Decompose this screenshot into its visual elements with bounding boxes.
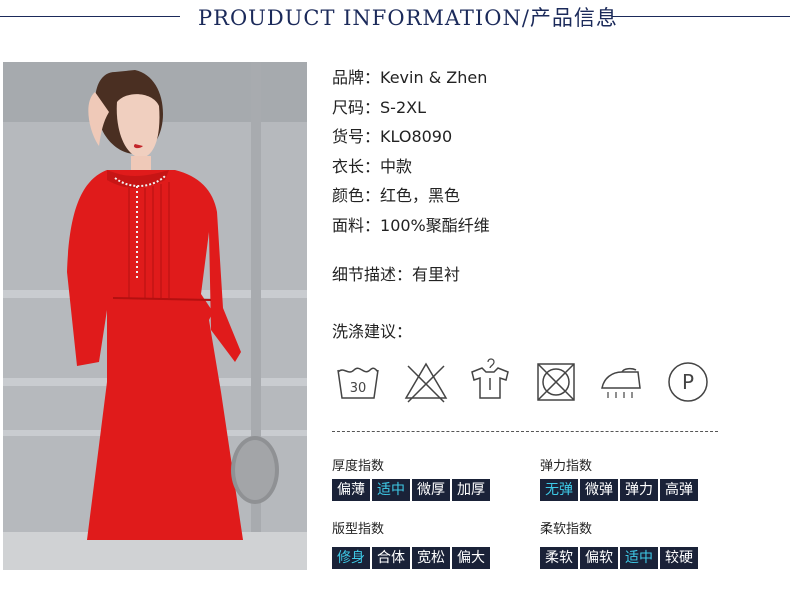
header-rule-right (612, 16, 790, 17)
thickness-option[interactable]: 偏薄 (332, 479, 370, 501)
elasticity-option[interactable]: 弹力 (620, 479, 658, 501)
dry-clean-letter: P (682, 370, 694, 394)
info-value: KLO8090 (380, 127, 453, 146)
info-row-length: 衣长：中款 (332, 153, 412, 177)
thickness-option[interactable]: 加厚 (452, 479, 490, 501)
info-row-brand: 品牌：Kevin & Zhen (332, 64, 487, 88)
fit-option[interactable]: 偏大 (452, 547, 490, 569)
info-key: 面料： (332, 216, 381, 235)
no-tumble-dry-icon (537, 363, 575, 401)
fit-index-title: 版型指数 (332, 522, 385, 537)
info-value: Kevin & Zhen (380, 68, 488, 87)
dry-clean-p-icon: P (668, 362, 708, 402)
info-key: 颜色： (332, 186, 381, 205)
info-value: 100%聚酯纤维 (380, 216, 490, 235)
elasticity-index-title: 弹力指数 (540, 459, 593, 474)
fit-option[interactable]: 修身 (332, 547, 370, 569)
care-icons: 30 P (332, 358, 722, 408)
info-row-color: 颜色：红色，黑色 (332, 182, 460, 206)
info-value: 有里衬 (412, 265, 461, 284)
info-key: 细节描述： (332, 265, 413, 284)
elasticity-options: 无弹 微弹 弹力 高弹 (540, 479, 698, 501)
info-value: 红色，黑色 (380, 186, 461, 205)
info-key: 尺码： (332, 98, 381, 117)
thickness-options: 偏薄 适中 微厚 加厚 (332, 479, 490, 501)
info-key: 品牌： (332, 68, 381, 87)
info-key: 衣长： (332, 157, 381, 176)
header-rule-left (0, 16, 180, 17)
info-row-item-number: 货号：KLO8090 (332, 123, 452, 147)
info-row-size: 尺码：S-2XL (332, 94, 426, 118)
wash-label: 洗涤建议： (332, 322, 413, 341)
info-key: 货号： (332, 127, 381, 146)
divider (332, 431, 718, 432)
hang-dry-icon (471, 358, 509, 399)
section-header: PROUDUCT INFORMATION/产品信息 (0, 0, 790, 34)
thickness-index-title: 厚度指数 (332, 459, 385, 474)
softness-options: 柔软 偏软 适中 较硬 (540, 547, 698, 569)
elasticity-option[interactable]: 无弹 (540, 479, 578, 501)
section-title: PROUDUCT INFORMATION/产品信息 (198, 6, 618, 30)
no-bleach-icon (404, 362, 448, 403)
softness-option[interactable]: 偏软 (580, 547, 618, 569)
elasticity-option[interactable]: 高弹 (660, 479, 698, 501)
info-row-fabric: 面料：100%聚酯纤维 (332, 212, 490, 236)
thickness-option[interactable]: 微厚 (412, 479, 450, 501)
elasticity-option[interactable]: 微弹 (580, 479, 618, 501)
softness-index-title: 柔软指数 (540, 522, 593, 537)
fit-option[interactable]: 宽松 (412, 547, 450, 569)
fit-options: 修身 合体 宽松 偏大 (332, 547, 490, 569)
fit-option[interactable]: 合体 (372, 547, 410, 569)
wash-30-icon: 30 (337, 367, 379, 399)
wash-temp-label: 30 (350, 381, 367, 396)
softness-option[interactable]: 较硬 (660, 547, 698, 569)
thickness-option[interactable]: 适中 (372, 479, 410, 501)
info-value: S-2XL (380, 98, 426, 117)
product-photo (3, 62, 307, 570)
softness-option[interactable]: 适中 (620, 547, 658, 569)
info-value: 中款 (380, 157, 413, 176)
iron-steam-icon (601, 367, 641, 398)
info-row-detail: 细节描述：有里衬 (332, 261, 460, 285)
softness-option[interactable]: 柔软 (540, 547, 578, 569)
